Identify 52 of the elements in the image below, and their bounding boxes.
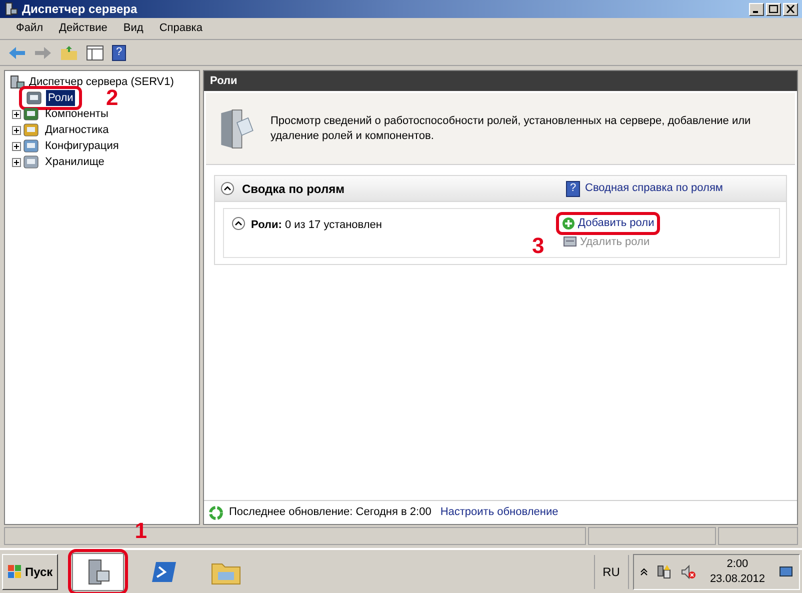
expand-icon[interactable] (12, 110, 20, 118)
help-icon: ? (566, 180, 580, 196)
network-icon[interactable] (656, 564, 672, 580)
plus-icon (562, 216, 575, 230)
tree-node-icon (26, 91, 42, 105)
refresh-icon (208, 504, 224, 520)
menu-item[interactable]: Вид (123, 20, 144, 37)
expand-icon[interactable] (12, 126, 20, 134)
configure-update-link[interactable]: Настроить обновление (440, 504, 558, 521)
tree-node-icon (23, 107, 39, 121)
windows-logo-icon (7, 564, 23, 580)
clock-time: 2:00 (726, 556, 748, 572)
description-text: Просмотр сведений о работоспособности ролей, установленных на сервере, добавление или удаление ролей и компонентов. (270, 114, 752, 144)
tree-item[interactable]: Диагностика (43, 122, 111, 138)
section-title: Сводка по ролям (242, 180, 344, 198)
annotation-number: 3 (532, 235, 544, 257)
maximize-icon (769, 5, 778, 13)
expand-icon[interactable] (12, 142, 20, 150)
maximize-button[interactable] (766, 2, 781, 16)
server-icon (9, 75, 25, 89)
annotation-number: 1 (134, 520, 147, 542)
minimize-button[interactable] (749, 2, 764, 16)
language-indicator[interactable]: RU (594, 554, 629, 588)
speaker-muted-icon[interactable] (680, 564, 696, 580)
tree-node-icon (23, 155, 39, 169)
tree-item[interactable]: Роли (46, 90, 76, 106)
server-icon (4, 2, 18, 16)
tree-node-icon (23, 123, 39, 137)
action-link[interactable]: Добавить роли (578, 215, 654, 232)
pane-header: Роли (204, 71, 797, 91)
show-desktop-icon[interactable] (779, 566, 793, 578)
menu-item[interactable]: Действие (59, 20, 108, 37)
roles-count: Роли: 0 из 17 установлен (251, 218, 382, 233)
tree-node-icon (23, 139, 39, 153)
help-button[interactable]: ? (112, 44, 126, 60)
clock-date: 23.08.2012 (710, 572, 765, 586)
close-button[interactable] (783, 2, 798, 16)
collapse-icon[interactable] (232, 217, 245, 230)
start-button[interactable]: Пуск (2, 554, 58, 590)
chevron-up-icon[interactable] (640, 568, 648, 576)
window-title: Диспетчер сервера (22, 1, 138, 18)
tree-item[interactable]: Хранилище (43, 154, 106, 170)
menu-item[interactable]: Файл (16, 20, 44, 37)
tree-item[interactable]: Конфигурация (43, 138, 121, 154)
collapse-icon[interactable] (221, 182, 234, 195)
expand-icon[interactable] (12, 158, 20, 166)
help-link[interactable]: Сводная справка по ролям (585, 180, 723, 197)
panel-icon[interactable] (86, 44, 104, 60)
server-remove-icon (563, 235, 577, 248)
last-update-text: Последнее обновление: Сегодня в 2:00 (229, 505, 432, 520)
close-icon (786, 5, 795, 13)
menu-item[interactable]: Справка (159, 20, 202, 37)
